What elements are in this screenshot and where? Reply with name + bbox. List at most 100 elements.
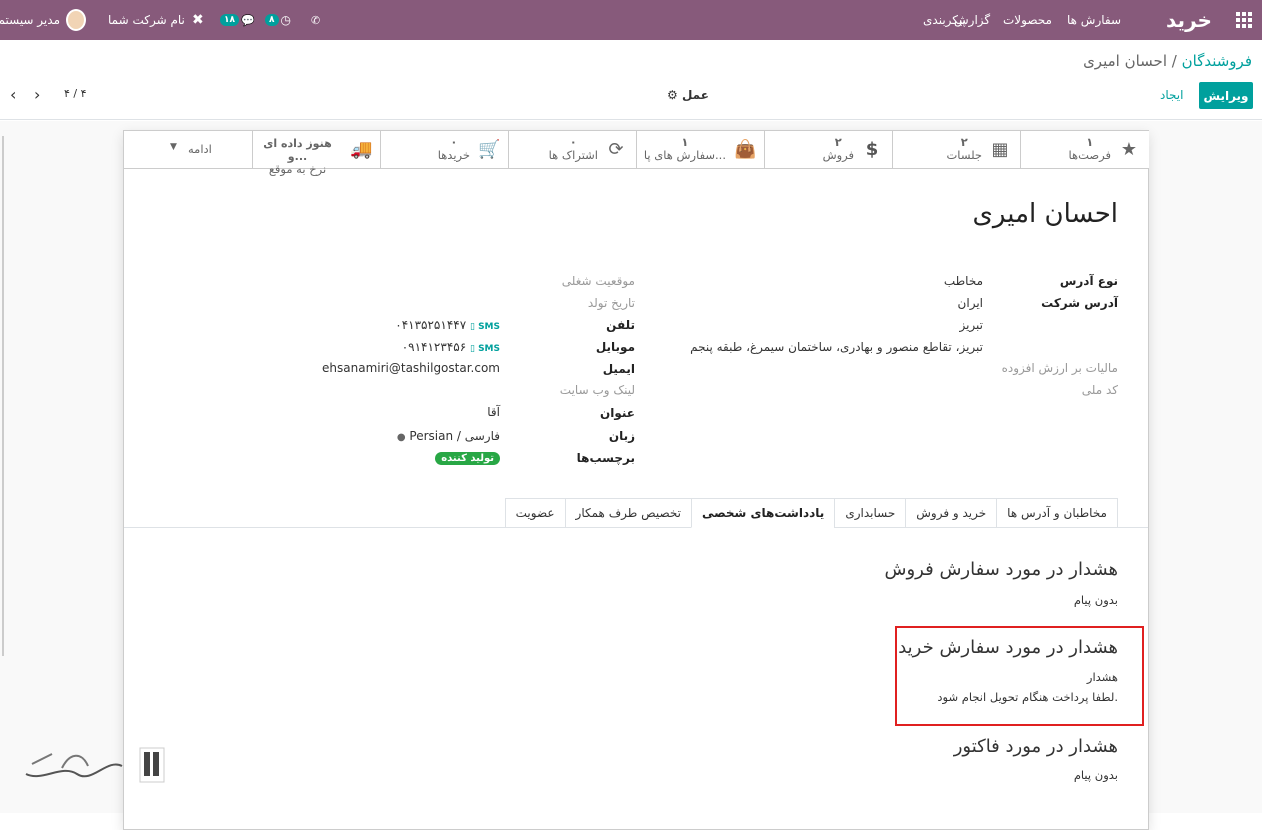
user-menu[interactable]: مدیر سیستم — [62, 0, 86, 40]
smart-button-opportunities[interactable]: ★ ۱ فرصت‌ها — [1020, 131, 1149, 169]
star-icon: ★ — [1120, 139, 1138, 160]
menu-configuration[interactable]: پیکربندی — [923, 0, 966, 40]
logo-watermark — [22, 744, 172, 790]
globe-icon: ● — [396, 432, 406, 443]
phone-icon[interactable]: ✆ — [311, 0, 320, 40]
address-type-label: نوع آدرس — [1059, 274, 1118, 288]
previous-icon[interactable]: ‹ — [10, 85, 16, 104]
language-text: Persian / فارسی — [409, 429, 500, 443]
smart-button-on-time-rate[interactable]: 🚚 هنوز داده ای و... نرخ به موقع — [252, 131, 380, 176]
vat-label: مالیات بر ارزش افزوده — [1001, 361, 1118, 375]
sale-warning-value[interactable]: بدون پیام — [1074, 593, 1118, 607]
phone-number[interactable]: ۰۴۱۳۵۲۵۱۴۴۷ — [395, 318, 466, 332]
address-type-value[interactable]: مخاطب — [944, 274, 983, 288]
debug-tools-icon[interactable]: ✖ — [192, 0, 204, 40]
language-label: زبان — [608, 429, 635, 443]
chat-icon: 💬 — [241, 13, 255, 27]
tab-membership[interactable]: عضویت — [504, 498, 565, 528]
create-button[interactable]: ایجاد — [1160, 88, 1183, 102]
dollar-icon: $ — [865, 139, 879, 160]
smart-count: هنوز داده ای و... — [263, 137, 332, 163]
smart-label: نرخ به موقع — [268, 162, 327, 176]
phone-value[interactable]: ۰۴۱۳۵۲۵۱۴۴۷ ▯ SMS — [395, 318, 500, 332]
cart-icon: 🛒 — [478, 139, 501, 160]
country-value[interactable]: ایران — [958, 296, 983, 310]
avatar — [66, 9, 86, 31]
sms-button[interactable]: ▯ SMS — [470, 344, 500, 354]
birthdate-label: تاریخ تولد — [587, 296, 635, 310]
action-label: عمل — [681, 88, 709, 102]
next-icon[interactable]: › — [34, 85, 40, 104]
caret-down-icon: ▼ — [170, 142, 177, 152]
tab-partner-assignment[interactable]: تخصیص طرف همکار — [564, 498, 691, 528]
apps-menu-icon[interactable] — [1236, 0, 1254, 40]
company-address-label: آدرس شرکت — [1041, 296, 1118, 310]
phone-label: تلفن — [606, 318, 635, 332]
smart-label: فرصت‌ها — [1068, 148, 1111, 162]
mobile-label: موبایل — [595, 340, 635, 354]
left-scroll-edge — [2, 136, 4, 656]
messages-menu[interactable]: ۱۸ 💬 — [220, 0, 255, 40]
smart-button-sales[interactable]: $ ۲ فروش — [764, 131, 892, 169]
sms-label: SMS — [478, 344, 500, 354]
mobile-value[interactable]: ۰۹۱۴۱۲۳۴۵۶ ▯ SMS — [402, 340, 500, 354]
partner-name[interactable]: احسان امیری — [973, 199, 1118, 229]
invoice-warning-title: هشدار در مورد فاکتور — [953, 736, 1118, 757]
sms-label: SMS — [478, 322, 500, 332]
smart-label: سفارش های پا... — [643, 148, 726, 162]
title-value[interactable]: آقا — [487, 405, 500, 419]
smart-button-subscriptions[interactable]: ⟳ ۰ اشتراک ها — [508, 131, 636, 169]
truck-icon: 🚚 — [350, 139, 373, 160]
smart-button-meetings[interactable]: ▦ ۲ جلسات — [892, 131, 1020, 169]
invoice-warning-value[interactable]: بدون پیام — [1074, 768, 1118, 782]
shopping-bag-icon: 👜 — [734, 139, 757, 160]
highlight-box — [895, 626, 1144, 726]
tag-badge[interactable]: تولید کننده — [435, 452, 500, 465]
tab-accounting[interactable]: حسابداری — [834, 498, 906, 528]
tab-contacts[interactable]: مخاطبان و آدرس ها — [996, 498, 1118, 528]
control-panel: فروشندگان / احسان امیری ویرایش ایجاد ⚙ ع… — [0, 40, 1262, 120]
app-name[interactable]: خرید — [1166, 0, 1212, 40]
top-navbar: خرید سفارش ها محصولات گزارش پیکربندی مدی… — [0, 0, 1262, 40]
job-position-label: موقعیت شغلی — [561, 274, 635, 288]
breadcrumb: فروشندگان / احسان امیری — [1083, 52, 1252, 70]
menu-orders[interactable]: سفارش ها — [1067, 0, 1121, 40]
email-label: ایمیل — [602, 362, 635, 376]
user-name-label[interactable]: مدیر سیستم — [0, 0, 60, 40]
calendar-icon: ▦ — [991, 139, 1009, 160]
sale-warning-title: هشدار در مورد سفارش فروش — [884, 559, 1118, 580]
activities-menu[interactable]: ۸ ◷ — [265, 0, 291, 40]
tab-sales-purchase[interactable]: خرید و فروش — [905, 498, 997, 528]
more-label: ادامه — [188, 142, 212, 156]
smart-button-pos-orders[interactable]: 👜 ۱ سفارش های پا... — [636, 131, 764, 169]
smart-label: اشتراک ها — [548, 148, 598, 162]
menu-products[interactable]: محصولات — [1003, 0, 1052, 40]
breadcrumb-parent[interactable]: فروشندگان — [1182, 52, 1252, 70]
refresh-icon: ⟳ — [608, 139, 624, 160]
edit-button[interactable]: ویرایش — [1199, 82, 1253, 109]
clock-icon: ◷ — [280, 13, 291, 27]
user-name-text: مدیر سیستم — [0, 13, 60, 27]
website-label: لینک وب سایت — [559, 383, 635, 397]
breadcrumb-separator: / — [1171, 52, 1177, 70]
street-value[interactable]: تبریز، تقاطع منصور و بهادری، ساختمان سیم… — [690, 340, 983, 354]
messages-badge: ۱۸ — [220, 14, 239, 26]
action-menu[interactable]: ⚙ عمل — [667, 88, 709, 102]
email-value[interactable]: ehsanamiri@tashilgostar.com — [322, 361, 500, 375]
smart-label: جلسات — [946, 148, 982, 162]
smart-button-more[interactable]: ▼ ادامه — [124, 131, 252, 169]
smart-button-purchases[interactable]: 🛒 ۰ خریدها — [380, 131, 508, 169]
national-id-label: کد ملی — [1081, 383, 1118, 397]
notebook-tabs: مخاطبان و آدرس ها خرید و فروش حسابداری ی… — [504, 498, 1118, 528]
company-switcher[interactable]: نام شرکت شما — [108, 0, 185, 40]
mobile-number[interactable]: ۰۹۱۴۱۲۳۴۵۶ — [402, 340, 466, 354]
pager-value[interactable]: ۴ / ۴ — [64, 87, 87, 100]
title-label: عنوان — [600, 406, 635, 420]
company-name: نام شرکت شما — [108, 13, 185, 27]
language-value[interactable]: ● Persian / فارسی — [393, 429, 500, 443]
activities-badge: ۸ — [265, 14, 279, 26]
sms-button[interactable]: ▯ SMS — [470, 322, 500, 332]
smart-label: فروش — [822, 148, 854, 162]
city-value[interactable]: تبریز — [959, 318, 983, 332]
tab-internal-notes[interactable]: یادداشت‌های شخصی — [690, 498, 835, 528]
